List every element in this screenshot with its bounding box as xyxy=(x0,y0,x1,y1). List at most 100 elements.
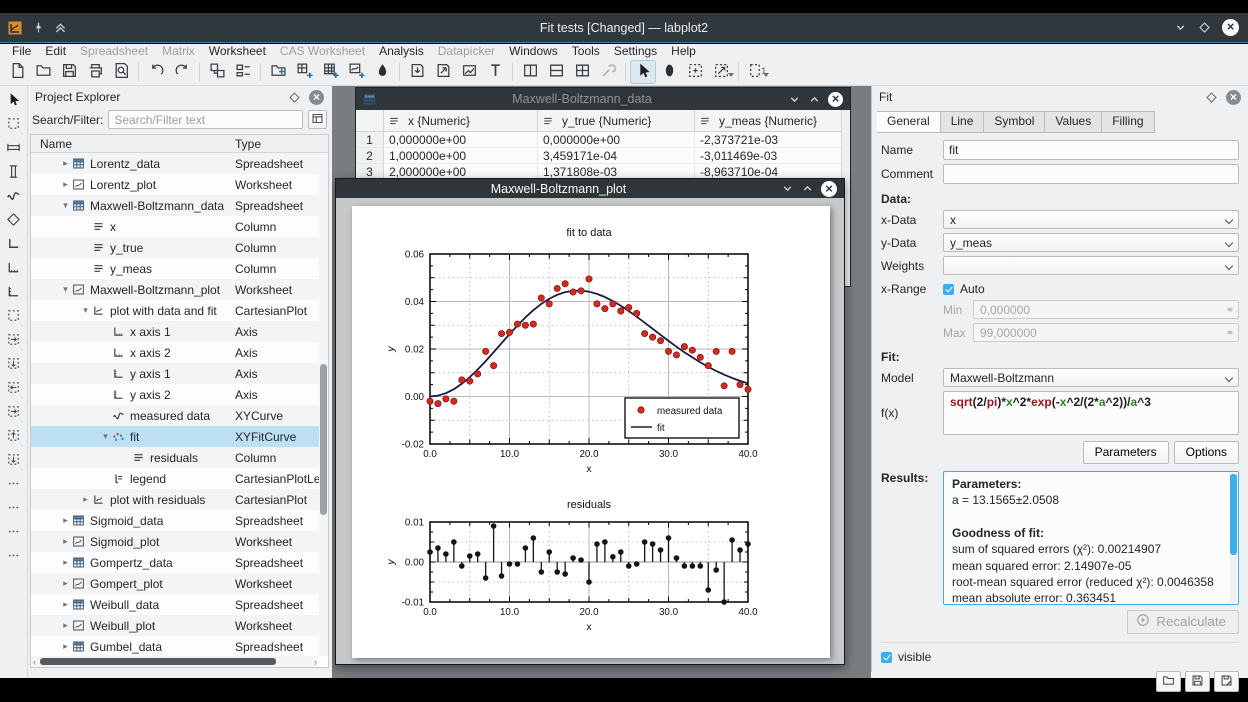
shift-right-x-tool[interactable] xyxy=(3,401,25,425)
expander-icon[interactable]: ▾ xyxy=(59,284,72,295)
toolbar-button[interactable] xyxy=(199,63,200,81)
maximize-icon[interactable] xyxy=(1198,21,1211,34)
cell[interactable]: -3,011469e-03 xyxy=(695,148,850,164)
select-mode[interactable] xyxy=(630,60,656,84)
page-navigation[interactable]: 1 xyxy=(743,60,769,84)
tree-row[interactable]: x Column xyxy=(31,216,319,237)
comment-input[interactable] xyxy=(943,164,1239,184)
visible-checkbox[interactable] xyxy=(881,652,892,663)
tree-row[interactable]: legend CartesianPlotLegend xyxy=(31,468,319,489)
auto-scale-x-tool[interactable] xyxy=(3,497,25,521)
residuals-plot[interactable]: 0.010.00-0.010.010.020.030.040.0residual… xyxy=(380,492,794,640)
expander-icon[interactable]: ▸ xyxy=(59,515,72,526)
expander-icon[interactable]: ▸ xyxy=(59,578,72,589)
zoom-in-region-tool[interactable] xyxy=(3,305,25,329)
zoom-fit-mode[interactable] xyxy=(708,60,734,84)
expander-icon[interactable]: ▾ xyxy=(99,431,112,442)
tree-row[interactable]: residuals Column xyxy=(31,447,319,468)
cell[interactable]: 0,000000e+00 xyxy=(384,132,538,148)
menu-item[interactable]: Settings xyxy=(607,44,664,58)
zoom-select-tool[interactable] xyxy=(3,113,25,137)
column-header[interactable]: x {Numeric} xyxy=(384,110,538,131)
expander-icon[interactable]: ▸ xyxy=(59,179,72,190)
select-tool[interactable] xyxy=(3,89,25,113)
max-spinbox[interactable]: 99,000000 xyxy=(973,323,1239,342)
menu-item[interactable]: Edit xyxy=(38,44,73,58)
zoom-y-region-tool[interactable] xyxy=(3,353,25,377)
import-from-file[interactable] xyxy=(404,60,430,84)
redo[interactable] xyxy=(169,60,195,84)
worksheet-window-titlebar[interactable]: Maxwell-Boltzmann_plot xyxy=(336,179,844,198)
maximize-window-icon[interactable] xyxy=(808,93,821,106)
xdata-combobox[interactable]: x xyxy=(943,210,1239,229)
minimize-window-icon[interactable] xyxy=(788,93,801,106)
float-dock-icon[interactable] xyxy=(288,91,301,104)
close-window-icon[interactable] xyxy=(828,92,843,107)
zoom-select-mode[interactable] xyxy=(682,60,708,84)
tree-row[interactable]: y axis 2 Axis xyxy=(31,384,319,405)
expander-icon[interactable]: ▸ xyxy=(59,641,72,652)
tree-vertical-scrollbar[interactable] xyxy=(319,153,328,656)
shift-down-y-tool[interactable] xyxy=(3,449,25,473)
tab[interactable]: Values xyxy=(1045,111,1102,133)
float-dock-icon[interactable] xyxy=(1205,91,1218,104)
shape-tool[interactable] xyxy=(3,209,25,233)
auto-scale-tool[interactable] xyxy=(3,473,25,497)
worksheet-window[interactable]: Maxwell-Boltzmann_plot 0.060.040.020.00-… xyxy=(335,178,845,665)
cell[interactable]: 3,459171e-04 xyxy=(538,148,695,164)
tree-row[interactable]: y axis 1 Axis xyxy=(31,363,319,384)
close-icon[interactable] xyxy=(1222,19,1239,36)
tree-row[interactable]: x axis 2 Axis xyxy=(31,342,319,363)
tree-row[interactable]: measured data XYCurve xyxy=(31,405,319,426)
new-matrix[interactable] xyxy=(317,60,343,84)
curve-tool[interactable] xyxy=(3,185,25,209)
worksheet-page[interactable]: 0.060.040.020.00-0.020.010.020.030.040.0… xyxy=(352,206,830,658)
new-worksheet[interactable] xyxy=(343,60,369,84)
tree-row[interactable]: ▸ Gompertz_data Spreadsheet xyxy=(31,552,319,573)
auto-scale-y-tool[interactable] xyxy=(3,521,25,545)
spreadsheet-row[interactable]: 2 1,000000e+00 3,459171e-04 -3,011469e-0… xyxy=(356,148,850,164)
close-dock-icon[interactable] xyxy=(1226,90,1241,105)
expander-icon[interactable]: ▸ xyxy=(79,494,92,505)
expander-icon[interactable]: ▾ xyxy=(59,200,72,211)
tree-row[interactable]: ▸ Lorentz_data Spreadsheet xyxy=(31,153,319,174)
shift-left-x-tool[interactable] xyxy=(3,377,25,401)
tab[interactable]: General xyxy=(877,111,941,133)
split-view-horizontal[interactable] xyxy=(543,60,569,84)
expander-icon[interactable]: ▸ xyxy=(59,599,72,610)
column-header-type[interactable]: Type xyxy=(231,137,328,151)
x-axis-tool[interactable] xyxy=(3,257,25,281)
row-number[interactable]: 2 xyxy=(356,148,384,164)
tree-header[interactable]: Name Type xyxy=(31,135,328,153)
tree-row[interactable]: y_meas Column xyxy=(31,258,319,279)
maximize-window-icon[interactable] xyxy=(801,182,814,195)
pin-icon[interactable] xyxy=(32,21,45,34)
select-x-range-tool[interactable] xyxy=(3,137,25,161)
new-spreadsheet[interactable] xyxy=(291,60,317,84)
print-preview[interactable] xyxy=(108,60,134,84)
fit-to-data-plot[interactable]: 0.060.040.020.00-0.020.010.020.030.040.0… xyxy=(380,216,794,482)
new-note[interactable] xyxy=(369,60,395,84)
new-image[interactable] xyxy=(456,60,482,84)
cell[interactable]: -2,373721e-03 xyxy=(695,132,850,148)
menu-item[interactable]: Windows xyxy=(502,44,565,58)
filter-options-button[interactable] xyxy=(308,110,327,129)
save-config-as-button[interactable] xyxy=(1214,671,1239,692)
options-button[interactable]: Options xyxy=(1174,441,1239,464)
results-scrollbar[interactable] xyxy=(1230,473,1237,603)
tab[interactable]: Filling xyxy=(1102,111,1154,133)
tree-row[interactable]: ▸ Gompert_plot Worksheet xyxy=(31,573,319,594)
keep-above-icon[interactable] xyxy=(54,21,67,34)
tree-row[interactable]: ▾ Maxwell-Boltzmann_data Spreadsheet xyxy=(31,195,319,216)
minimize-window-icon[interactable] xyxy=(781,182,794,195)
results-textbox[interactable]: Parameters:a = 13.1565±2.0508Goodness of… xyxy=(943,471,1239,605)
menu-item[interactable]: Tools xyxy=(565,44,607,58)
new-text[interactable] xyxy=(482,60,508,84)
search-filter-input[interactable] xyxy=(108,110,303,129)
save-project[interactable] xyxy=(56,60,82,84)
y-axis-tool[interactable] xyxy=(3,281,25,305)
tree-row[interactable]: ▸ Lorentz_plot Worksheet xyxy=(31,174,319,195)
parameters-button[interactable]: Parameters xyxy=(1083,441,1169,464)
auto-checkbox[interactable] xyxy=(943,284,954,295)
cell[interactable]: 1,000000e+00 xyxy=(384,148,538,164)
